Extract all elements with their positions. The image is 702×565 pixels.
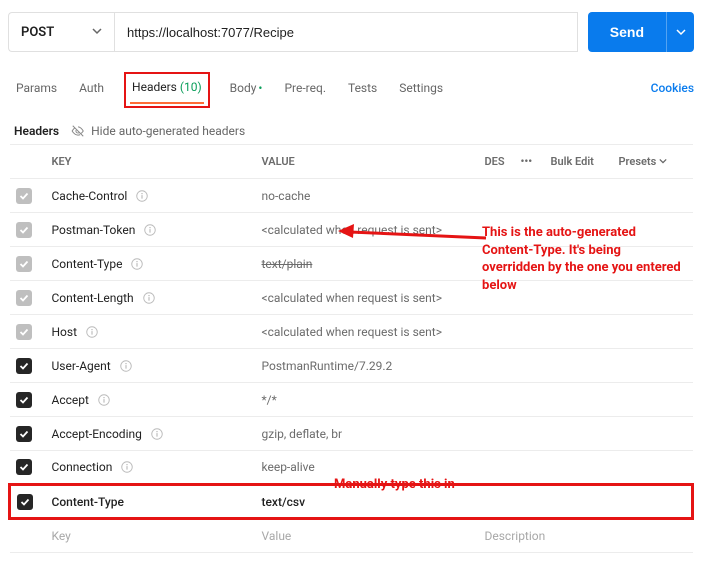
header-value[interactable]: */* [262,393,277,407]
tab-tests[interactable]: Tests [346,77,379,99]
desc-placeholder[interactable]: Description [485,529,546,543]
bulk-edit-button[interactable]: Bulk Edit [545,145,613,179]
checkbox[interactable] [16,459,32,475]
value-placeholder[interactable]: Value [262,529,292,543]
header-value[interactable]: keep-alive [262,460,315,474]
table-row: Content-Length <calculated when request i… [10,281,693,315]
checkbox[interactable] [16,358,32,374]
header-key[interactable]: User-Agent [52,359,111,373]
table-row-manual: Content-Type text/csv [10,485,693,519]
checkbox[interactable] [16,392,32,408]
chevron-down-icon [676,27,686,37]
header-key[interactable]: Content-Length [52,291,134,305]
table-row-add: Key Value Description [10,519,693,553]
checkbox[interactable] [16,426,32,442]
table-row: Content-Type text/plain [10,247,693,281]
info-icon [150,427,164,441]
presets-button[interactable]: Presets [613,145,693,179]
checkbox[interactable] [17,494,33,510]
header-value[interactable]: no-cache [262,189,311,203]
info-icon [135,189,149,203]
col-value: VALUE [256,145,479,179]
checkbox[interactable] [16,188,32,204]
header-key[interactable]: Accept-Encoding [52,427,142,441]
headers-title: Headers [14,124,59,138]
tab-prereq[interactable]: Pre-req. [282,77,328,99]
checkbox[interactable] [16,324,32,340]
tab-settings[interactable]: Settings [397,77,445,99]
send-dropdown[interactable] [666,12,694,52]
checkbox[interactable] [16,290,32,306]
col-check [10,145,46,179]
header-value[interactable]: text/plain [262,257,313,271]
info-icon [97,393,111,407]
tab-auth[interactable]: Auth [77,77,106,99]
header-key[interactable]: Content-Type [52,257,123,271]
tab-body[interactable]: Body [228,77,265,99]
method-label: POST [21,25,54,40]
info-icon [142,291,156,305]
header-value[interactable]: text/csv [262,495,306,509]
table-row: User-Agent PostmanRuntime/7.29.2 [10,349,693,383]
table-row: Accept */* [10,383,693,417]
key-placeholder[interactable]: Key [52,529,71,543]
cookies-link[interactable]: Cookies [651,81,694,95]
table-row: Cache-Control no-cache [10,179,693,213]
hide-auto-headers[interactable]: Hide auto-generated headers [71,124,245,138]
http-method-select[interactable]: POST [8,12,114,52]
info-icon [143,223,157,237]
info-icon [130,257,144,271]
col-des: DES [479,145,515,179]
header-value[interactable]: <calculated when request is sent> [262,291,442,305]
send-button[interactable]: Send [588,12,666,52]
header-value[interactable]: gzip, deflate, br [262,427,343,441]
table-row: Postman-Token <calculated when request is… [10,213,693,247]
col-more[interactable]: ••• [515,145,545,179]
headers-table: KEY VALUE DES ••• Bulk Edit Presets Cach… [8,144,694,553]
annotation-box-tabs: Headers (10) [124,72,210,108]
col-key: KEY [46,145,256,179]
url-input[interactable] [114,12,578,52]
header-key[interactable]: Postman-Token [52,223,136,237]
header-key[interactable]: Cache-Control [52,189,128,203]
header-key[interactable]: Content-Type [52,495,124,509]
header-value[interactable]: PostmanRuntime/7.29.2 [262,359,393,373]
eye-off-icon [71,124,85,138]
table-row: Host <calculated when request is sent> [10,315,693,349]
info-icon [85,325,99,339]
header-key[interactable]: Connection [52,460,113,474]
table-row: Connection keep-alive [10,451,693,485]
chevron-down-icon [92,26,102,39]
header-value[interactable]: <calculated when request is sent> [262,325,442,339]
table-row: Accept-Encoding gzip, deflate, br [10,417,693,451]
tab-headers[interactable]: Headers (10) [130,76,204,98]
header-value[interactable]: <calculated when request is sent> [262,223,442,237]
header-key[interactable]: Accept [52,393,89,407]
info-icon [119,359,133,373]
checkbox[interactable] [16,222,32,238]
chevron-down-icon [659,157,667,165]
header-key[interactable]: Host [52,325,78,339]
tab-params[interactable]: Params [14,77,59,99]
checkbox[interactable] [16,256,32,272]
info-icon [120,460,134,474]
